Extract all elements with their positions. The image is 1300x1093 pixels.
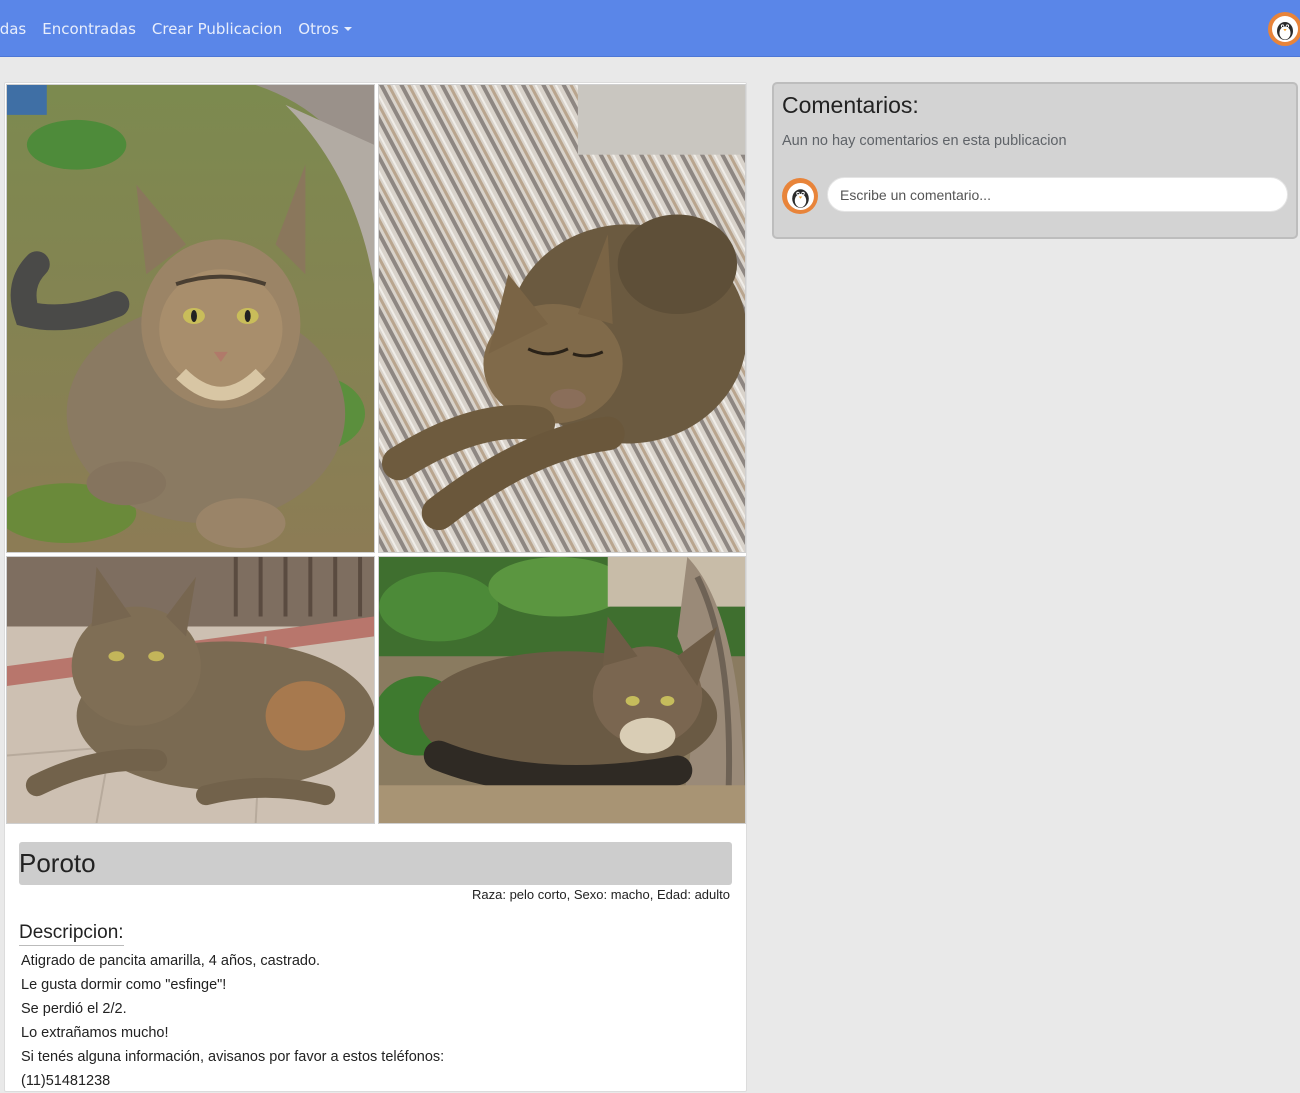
comment-user-avatar [782, 178, 818, 214]
cat-photo-3[interactable] [6, 556, 375, 824]
photo-gallery [6, 84, 746, 824]
description-title: Descripcion: [19, 921, 124, 946]
cat-photo-grass-image [7, 85, 374, 552]
description-line: Se perdió el 2/2. [21, 1001, 127, 1017]
navbar: didas Encontradas Crear Publicacion Otro… [0, 0, 1300, 57]
description-line: (11)51481238 [21, 1073, 111, 1089]
nav-dropdown-otros-label: Otros [298, 19, 339, 38]
comment-input[interactable] [827, 177, 1288, 212]
nav-link-crear-publicacion[interactable]: Crear Publicacion [152, 20, 282, 38]
comments-panel: Comentarios: Aun no hay comentarios en e… [772, 82, 1298, 239]
user-avatar[interactable] [1268, 12, 1300, 46]
penguin-icon [1272, 16, 1298, 42]
pet-attributes: Raza: pelo corto, Sexo: macho, Edad: adu… [472, 887, 730, 902]
cat-photo-garden-image [379, 557, 745, 823]
comments-title: Comentarios: [782, 92, 919, 118]
nav-link-perdidas[interactable]: didas [0, 20, 26, 38]
description-line: Le gusta dormir como "esfinge"! [21, 977, 227, 993]
description-body: Atigrado de pancita amarilla, 4 años, ca… [21, 949, 444, 1093]
comments-empty-message: Aun no hay comentarios en esta publicaci… [782, 133, 1067, 149]
nav-dropdown-otros[interactable]: Otros [298, 20, 352, 38]
nav-links: didas Encontradas Crear Publicacion Otro… [0, 0, 352, 57]
nav-link-encontradas[interactable]: Encontradas [42, 20, 136, 38]
cat-photo-4[interactable] [378, 556, 746, 824]
description-line: Si tenés alguna información, avisanos po… [21, 1049, 445, 1065]
description-line: Atigrado de pancita amarilla, 4 años, ca… [21, 953, 321, 969]
post-card: Poroto Raza: pelo corto, Sexo: macho, Ed… [4, 82, 747, 1092]
description-line: Lo extrañamos mucho! [21, 1025, 169, 1041]
cat-photo-1[interactable] [6, 84, 375, 553]
cat-photo-floor-image [7, 557, 374, 823]
caret-down-icon [343, 27, 352, 31]
cat-photo-bed-image [379, 85, 745, 552]
penguin-icon [786, 182, 814, 210]
cat-photo-2[interactable] [378, 84, 746, 553]
pet-name: Poroto [19, 842, 732, 885]
